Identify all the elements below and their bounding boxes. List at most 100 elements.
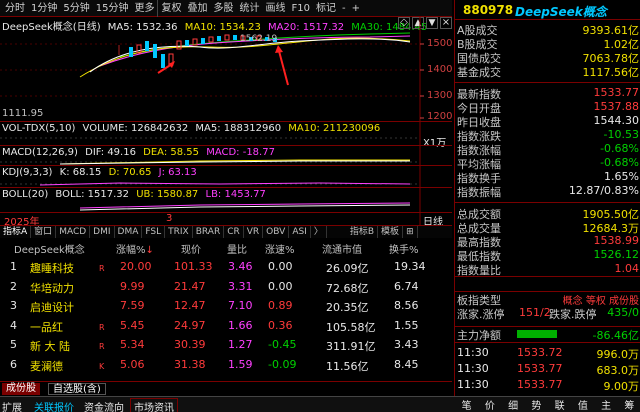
bottom-tabs: 成份股 自选股(含) (0, 381, 452, 395)
toolbar-item-f10[interactable]: F10 (288, 0, 312, 17)
tab-dmi[interactable]: DMI (90, 226, 115, 238)
tab-scroll-right-icon[interactable]: 〉 (311, 226, 327, 238)
kdj-panel[interactable]: KDJ(9,3,3) K: 68.15 D: 70.65 J: 63.13 (0, 165, 452, 188)
index-code: 880978 (463, 3, 514, 17)
table-row[interactable]: 2 华培动力 9.99 21.47 3.31 0.00 72.68亿 6.74 (0, 279, 452, 295)
sort-down-icon: ↓ (145, 245, 154, 256)
tab-cr[interactable]: CR (224, 226, 244, 238)
quote-stat-row: 总成交量 12684.3万 (455, 220, 640, 235)
main-flow-value: -86.46亿 (592, 329, 639, 342)
cell-speed: 0.36 (268, 318, 293, 332)
boll-panel[interactable]: BOLL(20) BOLL: 1517.32 UB: 1580.87 LB: 1… (0, 187, 452, 213)
toolbar-item-more[interactable]: 更多 (131, 0, 157, 17)
toolbar-item-overlay[interactable]: 叠加 (184, 0, 210, 17)
cell-cap: 20.35亿 (326, 301, 369, 314)
tab-template[interactable]: 模板 (378, 226, 404, 238)
tab-trend[interactable]: 势 (531, 397, 541, 412)
toolbar-item-multi[interactable]: 多股 (210, 0, 236, 17)
cell-name: 启迪设计 (30, 301, 74, 314)
cell-speed: 0.89 (268, 299, 293, 312)
toolbar-item-5min[interactable]: 5分钟 (60, 0, 92, 17)
toolbar-item-zoom-out[interactable]: - (339, 0, 349, 17)
quote-stat-value: 1526.12 (593, 248, 640, 261)
grid-icon[interactable]: ⊞ (403, 226, 418, 238)
th-price[interactable]: 现价 (181, 241, 201, 256)
cell-turn: 1.55 (394, 318, 419, 332)
th-name[interactable]: DeepSeek概念 (14, 241, 85, 256)
tab-macd[interactable]: MACD (56, 226, 91, 238)
vol-panel[interactable]: VOL-TDX(5,10) VOLUME: 126842632 MA5: 188… (0, 121, 452, 149)
toolbar-item-stats[interactable]: 统计 (236, 0, 262, 17)
trade-time: 11:30 (457, 378, 489, 391)
tab-indicator-a[interactable]: 指标A (0, 226, 32, 238)
quote-stat-row: 最新指数 1533.77 (455, 86, 640, 101)
cell-price: 21.47 (174, 279, 206, 293)
toolbar-item-intraday[interactable]: 分时 (2, 0, 28, 17)
cell-cap: 72.68亿 (326, 281, 369, 295)
kline-chart[interactable]: DeepSeek概念(日线) MA5: 1532.36 MA10: 1534.2… (0, 17, 453, 122)
status-capital-flow[interactable]: 资金流向 (84, 399, 124, 412)
tab-vr[interactable]: VR (244, 226, 264, 238)
quote-stat-row: 今日开盘 1537.88 (455, 100, 640, 115)
cell-ratio: 1.66 (228, 318, 253, 332)
trade-time: 11:30 (457, 362, 489, 375)
status-expand[interactable]: 扩展 (2, 399, 22, 412)
th-pct[interactable]: 涨幅%↓ (116, 241, 154, 256)
th-speed[interactable]: 涨速% (265, 241, 295, 256)
toolbar-item-zoom-in[interactable]: + (349, 0, 363, 17)
tab-watchlist[interactable]: 自选股(含) (48, 383, 106, 395)
tab-window[interactable]: 窗口 (31, 226, 57, 238)
cell-name: 麦澜德 (30, 359, 63, 373)
tab-fsl[interactable]: FSL (142, 226, 166, 238)
quote-panel: 880978 DeepSeek概念 A股成交 9393.61亿 B股成交 1.02亿国… (454, 0, 640, 412)
th-cap[interactable]: 流通市值 (322, 241, 362, 256)
trade-row: 11:30 1533.77 683.0万 (455, 362, 640, 377)
cell-turn: 3.43 (394, 338, 419, 351)
high-price-label: 1562.19 (240, 34, 278, 44)
tab-chips[interactable]: 筹 (624, 397, 634, 412)
th-ratio[interactable]: 量比 (227, 241, 247, 256)
trade-price: 1533.77 (517, 362, 563, 375)
toolbar-item-adjust[interactable]: 复权 (157, 0, 184, 17)
cell-price: 12.47 (174, 299, 206, 312)
status-related-quote[interactable]: 关联报价 (34, 399, 74, 412)
tab-value[interactable]: 值 (578, 397, 588, 412)
tab-prices[interactable]: 价 (485, 397, 495, 412)
table-row[interactable]: 6 麦澜德 K 5.06 31.38 1.59 -0.09 11.56亿 8.45 (0, 357, 452, 373)
cell-pct: 5.45 (120, 318, 145, 332)
tab-ticks[interactable]: 笔 (462, 397, 472, 412)
tab-indicator-b[interactable]: 指标B (347, 226, 379, 238)
boll-svg (79, 188, 421, 213)
cell-price: 24.97 (174, 318, 206, 332)
tab-linked[interactable]: 联 (555, 397, 565, 412)
down-label: 跌家.跌停 (549, 308, 597, 321)
tab-constituents[interactable]: 成份股 (2, 383, 40, 395)
tab-details[interactable]: 细 (508, 397, 518, 412)
trade-price: 1533.72 (517, 346, 563, 359)
tab-asi[interactable]: ASI (289, 226, 311, 238)
price-tick-1500: 1500 (427, 38, 453, 49)
divider (455, 82, 640, 83)
tab-obv[interactable]: OBV (263, 226, 290, 238)
toolbar-item-mark[interactable]: 标记 (313, 0, 339, 17)
quote-stat-row: 平均涨幅 -0.68% (455, 156, 640, 171)
toolbar-item-15min[interactable]: 15分钟 (93, 0, 132, 17)
tab-dma[interactable]: DMA (115, 226, 143, 238)
low-price-label: 1111.95 (2, 108, 44, 119)
table-row[interactable]: 1 趣睡科技 R 20.00 101.33 3.46 0.00 26.09亿 19.34 (0, 259, 452, 275)
macd-panel[interactable]: MACD(12,26,9) DIF: 49.16 DEA: 58.55 MACD… (0, 145, 452, 166)
tab-main[interactable]: 主 (601, 397, 611, 412)
toolbar-item-draw[interactable]: 画线 (262, 0, 288, 17)
tab-brar[interactable]: BRAR (193, 226, 225, 238)
toolbar-item-1min[interactable]: 1分钟 (28, 0, 60, 17)
table-row[interactable]: 3 启迪设计 7.59 12.47 7.10 0.89 20.35亿 8.56 (0, 298, 452, 314)
table-row[interactable]: 5 新 大 陆 R 5.34 30.39 1.27 -0.45 311.91亿 3.43 (0, 337, 452, 353)
th-turnover[interactable]: 换手% (389, 241, 419, 256)
cell-flag: R (99, 264, 105, 273)
status-market-news[interactable]: 市场资讯 (130, 398, 178, 412)
table-row[interactable]: 4 一品红 R 5.45 24.97 1.66 0.36 105.58亿 1.55 (0, 318, 452, 334)
quote-stat-value: 1537.88 (593, 100, 640, 113)
divider (455, 342, 640, 343)
quote-stat-value: 1117.56亿 (582, 66, 640, 79)
tab-trix[interactable]: TRIX (165, 226, 193, 238)
